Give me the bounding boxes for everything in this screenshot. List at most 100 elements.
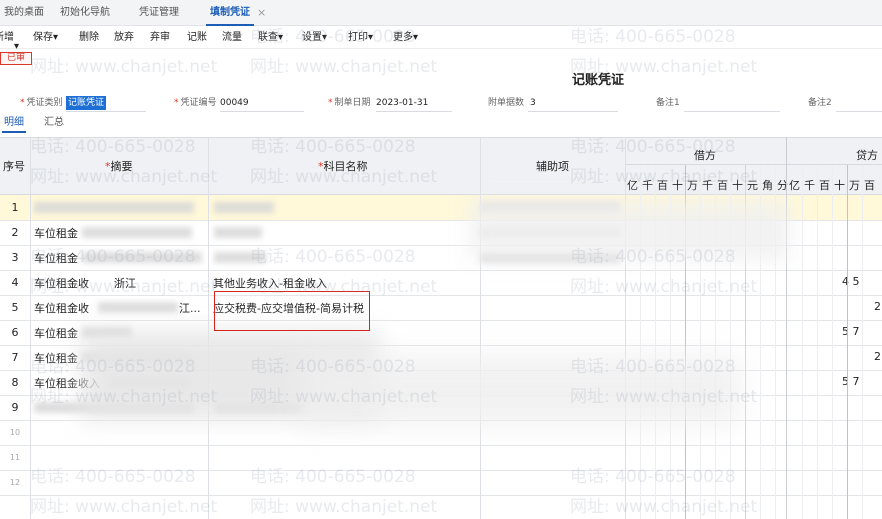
toolbar-new-label: 新增 (0, 32, 14, 43)
toolbar-query-button[interactable]: 联查▾ (258, 27, 283, 49)
toolbar-query-label: 联查 (258, 32, 278, 43)
chevron-down-icon: ▾ (413, 32, 419, 43)
note1-label: 备注1 (656, 98, 680, 108)
row-divider (0, 495, 882, 496)
redacted-text (98, 302, 178, 313)
toolbar-flow-button[interactable]: 流量 (222, 27, 242, 49)
col-divider (480, 137, 481, 519)
note2-label: 备注2 (808, 98, 832, 108)
row-summary[interactable]: 车位租金 (34, 250, 78, 266)
toolbar-settings-label: 设置 (302, 32, 322, 43)
row-number: 10 (9, 428, 21, 437)
row-number: 9 (11, 401, 19, 414)
tab-voucher-manage[interactable]: 凭证管理 (139, 0, 179, 26)
table-row[interactable]: 11 (0, 445, 882, 470)
attach-field[interactable]: 3 (530, 96, 536, 110)
chevron-down-icon: ▾ (278, 32, 284, 43)
date-field[interactable]: 2023-01-31 (376, 96, 428, 110)
toolbar-discard-button[interactable]: 放弃 (114, 27, 134, 49)
table-row[interactable]: 5 车位租金收 江... 应交税费-应交增值税-简易计税 2 (0, 295, 882, 320)
toolbar-settings-button[interactable]: 设置▾ (302, 27, 327, 49)
digit-label: 百 (819, 179, 830, 192)
note1-field[interactable] (684, 111, 780, 112)
toolbar-post-button[interactable]: 记账 (187, 27, 207, 49)
digit-divider (817, 165, 818, 519)
tab-init-nav[interactable]: 初始化导航 (60, 0, 110, 26)
col-divider (625, 137, 626, 519)
digit-label: 千 (642, 179, 653, 192)
close-icon[interactable]: × (257, 0, 266, 26)
digit-label: 亿 (789, 179, 800, 192)
row-summary[interactable]: 车位租金 (34, 225, 78, 241)
toolbar-delete-button[interactable]: 删除 (79, 27, 99, 49)
row-credit-amount[interactable]: 2 (874, 300, 882, 313)
digit-divider (862, 165, 863, 519)
watermark-text: 网址: www.chanjet.net (250, 57, 438, 77)
attach-label: 附单据数 (488, 98, 525, 108)
header-divider (626, 164, 882, 165)
row-number: 4 (11, 276, 19, 289)
row-divider (0, 320, 882, 321)
row-number: 3 (11, 251, 19, 264)
row-summary-cont: 江... (179, 302, 201, 315)
toolbar-save-button[interactable]: 保存▾ (33, 27, 58, 49)
row-account[interactable]: 其他业务收入-租金收入 (213, 275, 327, 291)
field-underline (528, 111, 618, 112)
toolbar-save-label: 保存 (33, 32, 53, 43)
digit-label: 百 (657, 179, 668, 192)
row-number: 8 (11, 376, 19, 389)
header-seq: 序号 (3, 160, 25, 173)
voucher-no-field[interactable]: 00049 (220, 96, 249, 110)
toolbar-more-button[interactable]: 更多▾ (393, 27, 418, 49)
chevron-down-icon: ▾ (322, 32, 328, 43)
tab-desktop[interactable]: 我的桌面 (4, 0, 44, 26)
note2-field[interactable] (836, 111, 882, 112)
row-number: 1 (11, 201, 19, 214)
toolbar-unaudit-button[interactable]: 弃审 (150, 27, 170, 49)
tab-summary[interactable]: 汇总 (44, 116, 64, 130)
row-summary[interactable]: 车位租金 (34, 325, 78, 341)
field-underline (376, 111, 452, 112)
toolbar-print-label: 打印 (348, 32, 368, 43)
digit-label: 十 (732, 179, 743, 192)
privacy-blur (300, 355, 740, 425)
row-summary-cont: 浙江 (114, 277, 136, 290)
digit-label: 角 (762, 179, 773, 192)
col-divider (208, 137, 209, 519)
tab-fill-voucher[interactable]: 填制凭证 (206, 0, 254, 26)
voucher-type-field[interactable]: 记账凭证 (66, 96, 107, 110)
redacted-text (214, 252, 266, 263)
row-divider (0, 295, 882, 296)
row-number: 2 (11, 226, 19, 239)
digit-label: 千 (804, 179, 815, 192)
privacy-blur (470, 200, 790, 260)
date-label: * 制单日期 (328, 98, 371, 108)
page-title: 记账凭证 (572, 73, 625, 88)
row-number: 11 (9, 453, 21, 462)
row-divider (0, 470, 882, 471)
toolbar-new-button[interactable]: 新增▾ (0, 27, 19, 52)
digit-label: 万 (849, 179, 860, 192)
header-account: *科目名称 (318, 160, 368, 173)
tab-detail[interactable]: 明细 (4, 116, 24, 130)
row-number: 5 (11, 301, 19, 314)
watermark-text: 网址: www.chanjet.net (30, 57, 218, 77)
row-summary[interactable]: 车位租金收 (34, 275, 89, 291)
table-row[interactable]: 12 (0, 470, 882, 495)
highlight-box (214, 291, 370, 331)
status-badge: 已审 (0, 52, 32, 65)
row-divider (0, 445, 882, 446)
digit-label: 元 (747, 179, 758, 192)
field-underline (220, 111, 304, 112)
row-summary[interactable]: 车位租金 (34, 350, 78, 366)
col-divider (30, 137, 31, 519)
active-tab-indicator (2, 131, 26, 133)
toolbar-print-button[interactable]: 打印▾ (348, 27, 373, 49)
table-row[interactable]: 4 车位租金收 浙江 其他业务收入-租金收入 4 5 (0, 270, 882, 295)
toolbar-more-label: 更多 (393, 32, 413, 43)
digit-label: 十 (672, 179, 683, 192)
header-aux: 辅助项 (536, 160, 569, 173)
row-credit-amount[interactable]: 2 (874, 350, 882, 363)
header-credit: 贷方 (856, 149, 878, 162)
row-summary[interactable]: 车位租金收 (34, 300, 89, 316)
